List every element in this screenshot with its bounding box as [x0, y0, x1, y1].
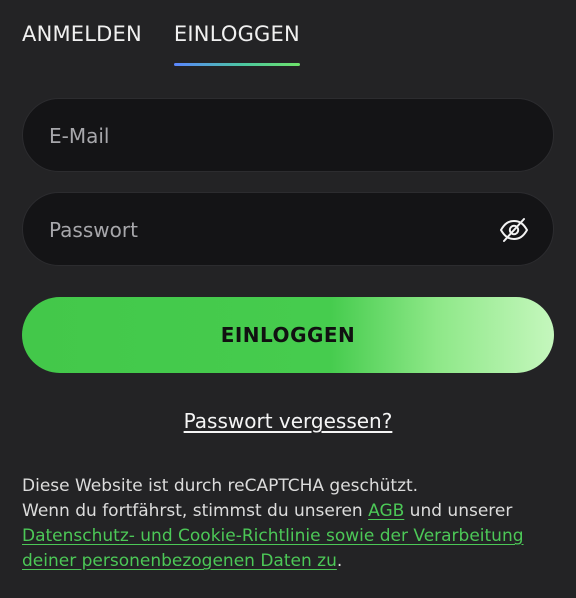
tab-register[interactable]: ANMELDEN — [22, 20, 142, 68]
password-field-container — [22, 192, 554, 267]
forgot-password-row: Passwort vergessen? — [0, 408, 576, 434]
forgot-password-link[interactable]: Passwort vergessen? — [184, 409, 393, 433]
recaptcha-notice: Diese Website ist durch reCAPTCHA geschü… — [22, 476, 419, 496]
tab-login[interactable]: EINLOGGEN — [173, 20, 300, 68]
login-panel: ANMELDEN EINLOGGEN EINLOGGEN Passwort ve… — [0, 0, 576, 598]
consent-text-prefix: Wenn du fortfährst, stimmst du unseren — [22, 501, 369, 521]
password-input[interactable] — [47, 193, 491, 267]
login-button[interactable]: EINLOGGEN — [22, 297, 554, 373]
consent-text-suffix: . — [336, 551, 343, 571]
email-input[interactable] — [47, 99, 491, 173]
agb-link[interactable]: AGB — [368, 501, 404, 521]
legal-notice: Diese Website ist durch reCAPTCHA geschü… — [22, 474, 562, 574]
consent-text-middle: und unserer — [404, 501, 513, 521]
email-field-container — [22, 98, 554, 173]
privacy-policy-link[interactable]: Datenschutz- und Cookie-Richtlinie sowie… — [22, 526, 524, 571]
eye-slash-icon[interactable] — [499, 216, 529, 244]
auth-tabs: ANMELDEN EINLOGGEN — [22, 20, 300, 70]
